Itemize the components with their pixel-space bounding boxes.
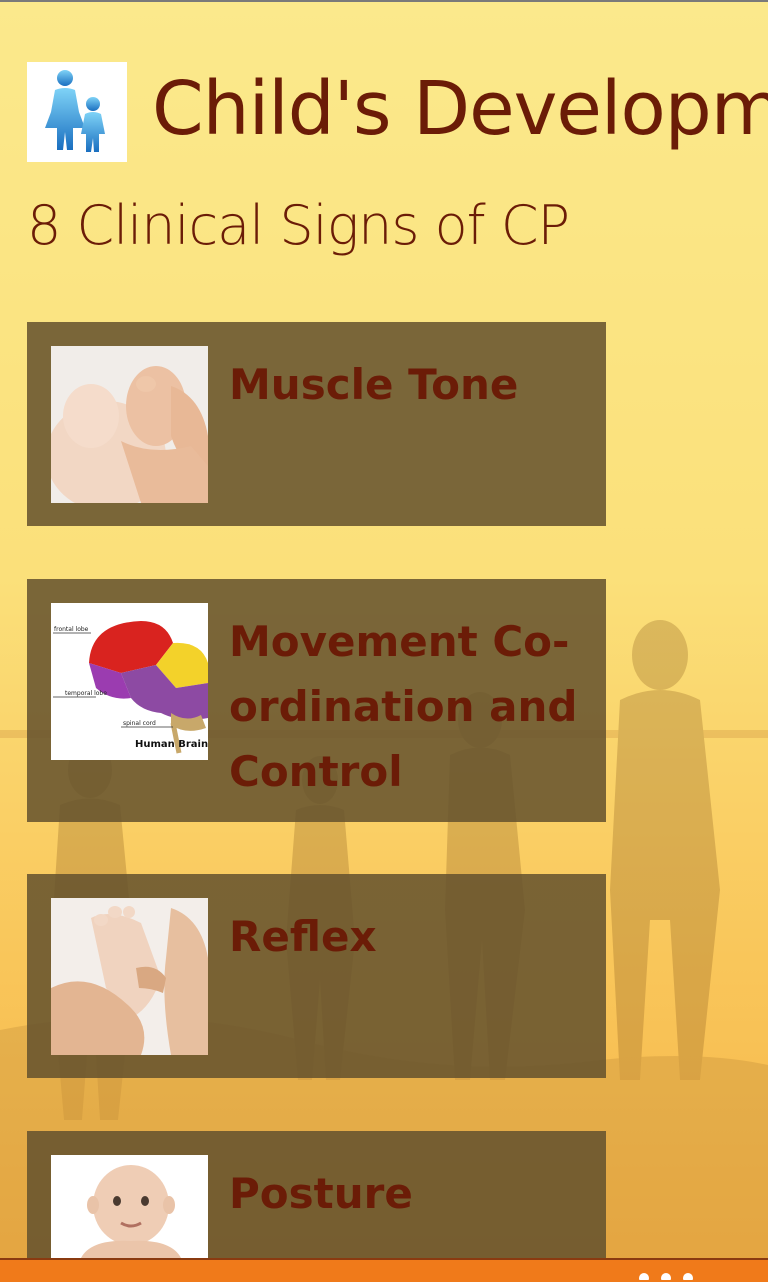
brain-label-frontal: frontal lobe	[54, 626, 89, 633]
brain-label-temporal: temporal lobe	[65, 690, 107, 697]
app-logo	[27, 62, 127, 162]
brain-label-spinal: spinal cord	[123, 720, 156, 727]
baby-foot-thumbnail	[51, 346, 208, 503]
app-title: Child's Development	[152, 66, 768, 152]
foot-reflex-thumbnail	[51, 898, 208, 1055]
baby-thumbnail	[51, 1155, 208, 1258]
list-item-reflex[interactable]: Reflex	[27, 874, 606, 1078]
list-item-posture[interactable]: Posture	[27, 1131, 606, 1258]
item-label: Posture	[229, 1169, 413, 1218]
page-title: 8 Clinical Signs of CP	[27, 194, 570, 257]
top-border	[0, 0, 768, 2]
brain-caption: Human Brain	[135, 739, 208, 750]
item-label: Reflex	[229, 912, 377, 961]
app-header: Child's Development	[27, 62, 768, 162]
list-item-movement-coordination[interactable]: frontal lobe temporal lobe spinal cord H…	[27, 579, 606, 822]
item-label: Movement Co-ordination and Control	[229, 617, 578, 796]
item-label: Muscle Tone	[229, 360, 519, 409]
parent-child-icon	[45, 70, 105, 152]
ellipsis-icon[interactable]	[636, 1268, 706, 1280]
list-item-muscle-tone[interactable]: Muscle Tone	[27, 322, 606, 526]
brain-diagram-thumbnail: frontal lobe temporal lobe spinal cord H…	[51, 603, 208, 760]
